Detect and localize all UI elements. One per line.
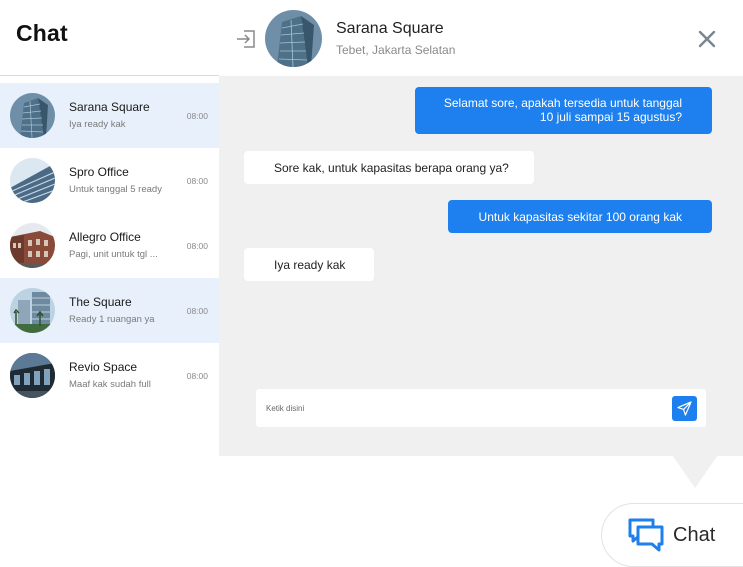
popup-pointer <box>672 455 718 488</box>
chat-preview: Untuk tanggal 5 ready <box>69 184 162 195</box>
send-icon <box>677 401 692 416</box>
chat-time: 08:00 <box>186 371 208 381</box>
building-photo <box>10 288 55 333</box>
launcher-label: Chat <box>673 524 716 546</box>
chat-item-spro-office[interactable]: Spro Office Untuk tanggal 5 ready 08:00 <box>0 148 219 213</box>
chat-bubbles-icon <box>628 518 664 552</box>
chat-preview: Pagi, unit untuk tgl ... <box>69 249 158 260</box>
chat-name: The Square <box>69 295 132 309</box>
message-bubble-incoming: Sore kak, untuk kapasitas berapa orang y… <box>244 151 534 184</box>
chat-item-allegro-office[interactable]: Allegro Office Pagi, unit untuk tgl ... … <box>0 213 219 278</box>
building-photo <box>10 223 55 268</box>
avatar <box>10 158 55 203</box>
sidebar-title: Chat <box>16 20 68 46</box>
avatar <box>265 10 322 67</box>
close-icon[interactable] <box>696 28 718 50</box>
chat-name: Revio Space <box>69 360 138 374</box>
message-bubble-outgoing: Untuk kapasitas sekitar 100 orang kak <box>448 200 712 233</box>
chat-preview: Maaf kak sudah full <box>69 379 151 390</box>
building-photo <box>10 353 55 398</box>
conversation-header: Sarana Square Tebet, Jakarta Selatan <box>219 0 743 76</box>
message-text: Untuk kapasitas sekitar 100 orang kak <box>478 210 682 224</box>
chat-time: 08:00 <box>186 176 208 186</box>
building-photo <box>10 158 55 203</box>
message-composer <box>256 389 706 427</box>
chat-time: 08:00 <box>186 241 208 251</box>
chat-preview: Ready 1 ruangan ya <box>69 314 155 325</box>
chat-launcher-button[interactable]: Chat <box>601 503 743 567</box>
avatar <box>10 353 55 398</box>
message-thread: Selamat sore, apakah tersedia untuk tang… <box>219 76 743 456</box>
chat-name: Sarana Square <box>69 100 150 114</box>
message-bubble-incoming: Iya ready kak <box>244 248 374 281</box>
chat-time: 08:00 <box>186 111 208 121</box>
message-text: 10 juli sampai 15 agustus? <box>539 110 682 124</box>
chat-list: Sarana Square Iya ready kak 08:00 Spro O… <box>0 83 219 408</box>
building-photo <box>10 93 55 138</box>
chat-time: 08:00 <box>186 306 208 316</box>
avatar <box>10 288 55 333</box>
exit-icon[interactable] <box>235 28 257 50</box>
message-text: Selamat sore, apakah tersedia untuk tang… <box>443 96 682 110</box>
avatar <box>10 93 55 138</box>
contact-location: Tebet, Jakarta Selatan <box>336 43 456 57</box>
chat-item-sarana-square[interactable]: Sarana Square Iya ready kak 08:00 <box>0 83 219 148</box>
contact-name: Sarana Square <box>336 20 444 37</box>
send-button[interactable] <box>672 396 697 421</box>
chat-item-the-square[interactable]: The Square Ready 1 ruangan ya 08:00 <box>0 278 219 343</box>
message-bubble-outgoing: Selamat sore, apakah tersedia untuk tang… <box>415 87 712 134</box>
message-text: Iya ready kak <box>274 258 346 272</box>
chat-name: Allegro Office <box>69 230 141 244</box>
message-input[interactable] <box>256 389 666 427</box>
chat-item-revio-space[interactable]: Revio Space Maaf kak sudah full 08:00 <box>0 343 219 408</box>
chat-name: Spro Office <box>69 165 129 179</box>
chat-preview: Iya ready kak <box>69 119 126 130</box>
avatar <box>10 223 55 268</box>
message-text: Sore kak, untuk kapasitas berapa orang y… <box>274 161 509 175</box>
building-photo <box>265 10 322 67</box>
chat-sidebar: Chat Sarana Square Iya ready kak 08:00 S… <box>0 0 219 456</box>
sidebar-divider <box>0 75 219 76</box>
